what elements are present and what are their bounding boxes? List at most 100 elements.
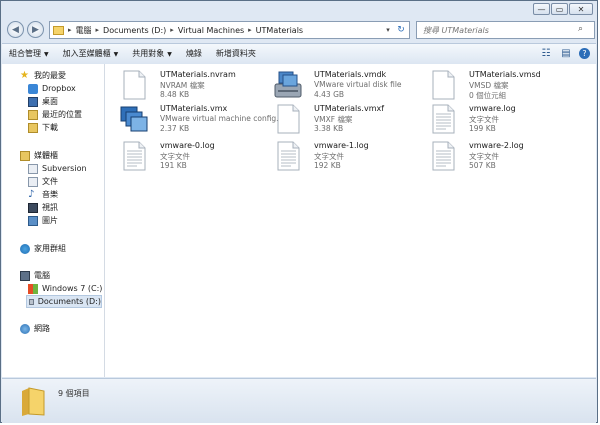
documents-icon xyxy=(28,176,38,187)
hard-drive-icon xyxy=(29,298,34,305)
include-in-library-menu[interactable]: 加入至媒體櫃 ▼ xyxy=(56,44,126,64)
text-file-icon xyxy=(277,141,300,171)
file-item[interactable]: vmware-1.log 文字文件 192 KB xyxy=(273,139,423,173)
breadcrumb-documents-d[interactable]: Documents (D:) xyxy=(100,26,169,35)
file-size: 8.48 KB xyxy=(160,90,190,99)
refresh-icon[interactable]: ↻ xyxy=(395,22,407,38)
file-item[interactable]: UTMaterials.vmx VMware virtual machine c… xyxy=(119,102,283,136)
nav-dropbox[interactable]: Dropbox xyxy=(28,82,76,95)
nav-music[interactable]: ♪ 音樂 xyxy=(28,188,58,201)
file-item[interactable]: vmware-0.log 文字文件 191 KB xyxy=(119,139,269,173)
file-name: UTMaterials.vmxf xyxy=(314,104,385,113)
blank-file-icon xyxy=(277,104,300,134)
nav-subversion[interactable]: Subversion xyxy=(28,162,87,175)
music-icon: ♪ xyxy=(28,188,35,200)
file-size: 3.38 KB xyxy=(314,124,344,133)
videos-icon xyxy=(28,202,38,213)
breadcrumb-utmaterials[interactable]: UTMaterials xyxy=(253,26,306,35)
nav-windows7-drive[interactable]: Windows 7 (C:) xyxy=(28,282,102,295)
file-name: vmware-0.log xyxy=(160,141,215,150)
file-size: 0 個位元組 xyxy=(469,91,507,100)
file-size: 4.43 GB xyxy=(314,90,345,99)
nav-favorites[interactable]: ★ 我的最愛 xyxy=(20,69,66,82)
nav-computer[interactable]: 電腦 xyxy=(20,269,50,282)
recent-places-icon xyxy=(28,109,38,120)
forward-arrow-icon: ▶ xyxy=(32,25,39,35)
file-item[interactable]: UTMaterials.vmdk VMware virtual disk fil… xyxy=(273,68,423,102)
maximize-button[interactable]: ▭ xyxy=(551,3,568,15)
minimize-button[interactable]: — xyxy=(533,3,550,15)
nav-recent-places[interactable]: 最近的位置 xyxy=(28,108,82,121)
explorer-window: — ▭ ✕ ◀ ▶ ▸ 電腦 ▸ Documents (D:) ▸ Virtua… xyxy=(0,0,598,423)
nav-videos[interactable]: 視訊 xyxy=(28,201,58,214)
organize-menu[interactable]: 組合管理 ▼ xyxy=(2,44,56,64)
address-dropdown-icon[interactable]: ▾ xyxy=(383,22,393,38)
item-count: 9 個項目 xyxy=(58,389,90,398)
back-arrow-icon: ◀ xyxy=(12,25,19,35)
file-item[interactable]: UTMaterials.vmsd VMSD 檔案 0 個位元組 xyxy=(428,68,578,102)
caption-buttons: — ▭ ✕ xyxy=(533,3,593,15)
navigation-pane: ★ 我的最愛 Dropbox 桌面 最近的位置 下載 媒體櫃 Subversion… xyxy=(2,64,105,377)
text-file-icon xyxy=(432,104,455,134)
address-bar[interactable]: ▸ 電腦 ▸ Documents (D:) ▸ Virtual Machines… xyxy=(49,21,410,39)
file-name: vmware.log xyxy=(469,104,516,113)
blank-file-icon xyxy=(432,70,455,100)
file-list: UTMaterials.nvram NVRAM 檔案 8.48 KB UTMat… xyxy=(105,64,596,377)
folder-icon xyxy=(53,25,64,35)
pictures-icon xyxy=(28,215,38,226)
text-file-icon xyxy=(432,141,455,171)
help-icon[interactable]: ? xyxy=(579,48,590,59)
file-name: UTMaterials.vmsd xyxy=(469,70,541,79)
nav-downloads[interactable]: 下載 xyxy=(28,121,58,134)
nav-network[interactable]: 網路 xyxy=(20,322,50,335)
text-file-icon xyxy=(123,141,146,171)
file-name: vmware-1.log xyxy=(314,141,369,150)
nav-pictures[interactable]: 圖片 xyxy=(28,214,58,227)
downloads-icon xyxy=(28,122,38,133)
subversion-library-icon xyxy=(28,163,38,174)
star-icon: ★ xyxy=(20,69,29,81)
homegroup-icon xyxy=(20,243,30,254)
file-item[interactable]: UTMaterials.vmxf VMXF 檔案 3.38 KB xyxy=(273,102,423,136)
search-icon[interactable]: ⌕ xyxy=(578,24,590,36)
nav-desktop[interactable]: 桌面 xyxy=(28,95,58,108)
share-with-menu[interactable]: 共用對象 ▼ xyxy=(125,44,179,64)
new-folder-button[interactable]: 新增資料夾 xyxy=(209,44,263,64)
nav-documents[interactable]: 文件 xyxy=(28,175,58,188)
blank-file-icon xyxy=(123,70,146,100)
preview-pane-icon[interactable]: ▤ xyxy=(559,47,573,60)
libraries-icon xyxy=(20,150,30,161)
nav-homegroup[interactable]: 家用群組 xyxy=(20,242,66,255)
vmware-config-icon xyxy=(120,106,148,132)
burn-button[interactable]: 燒錄 xyxy=(179,44,209,64)
file-size: 199 KB xyxy=(469,124,496,133)
details-pane: 9 個項目 xyxy=(2,378,596,423)
windows-drive-icon xyxy=(28,283,38,294)
nav-documents-drive[interactable]: Documents (D:) xyxy=(26,295,102,308)
breadcrumb-virtual-machines[interactable]: Virtual Machines xyxy=(175,26,247,35)
file-item[interactable]: vmware-2.log 文字文件 507 KB xyxy=(428,139,578,173)
file-item[interactable]: vmware.log 文字文件 199 KB xyxy=(428,102,578,136)
file-size: 507 KB xyxy=(469,161,496,170)
chevron-down-icon: ▼ xyxy=(44,51,49,58)
dropbox-icon xyxy=(28,83,38,94)
file-type: VMware virtual machine config... xyxy=(160,114,284,123)
file-size: 191 KB xyxy=(160,161,187,170)
address-row: ◀ ▶ ▸ 電腦 ▸ Documents (D:) ▸ Virtual Mach… xyxy=(5,20,595,40)
search-box[interactable]: ⌕ xyxy=(416,21,595,39)
command-bar: 組合管理 ▼ 加入至媒體櫃 ▼ 共用對象 ▼ 燒錄 新增資料夾 ☷ ▤ ? xyxy=(2,43,596,65)
vmware-disk-icon xyxy=(274,71,302,98)
file-size: 192 KB xyxy=(314,161,341,170)
file-name: UTMaterials.vmx xyxy=(160,104,228,113)
file-name: UTMaterials.nvram xyxy=(160,70,236,79)
forward-button[interactable]: ▶ xyxy=(27,21,44,38)
search-input[interactable] xyxy=(423,23,573,37)
breadcrumb-computer[interactable]: 電腦 xyxy=(73,25,95,36)
nav-libraries[interactable]: 媒體櫃 xyxy=(20,149,58,162)
chevron-down-icon: ▼ xyxy=(167,51,172,58)
back-button[interactable]: ◀ xyxy=(7,21,24,38)
file-item[interactable]: UTMaterials.nvram NVRAM 檔案 8.48 KB xyxy=(119,68,269,102)
view-options-icon[interactable]: ☷ xyxy=(539,47,553,60)
close-button[interactable]: ✕ xyxy=(569,3,593,15)
file-name: vmware-2.log xyxy=(469,141,524,150)
